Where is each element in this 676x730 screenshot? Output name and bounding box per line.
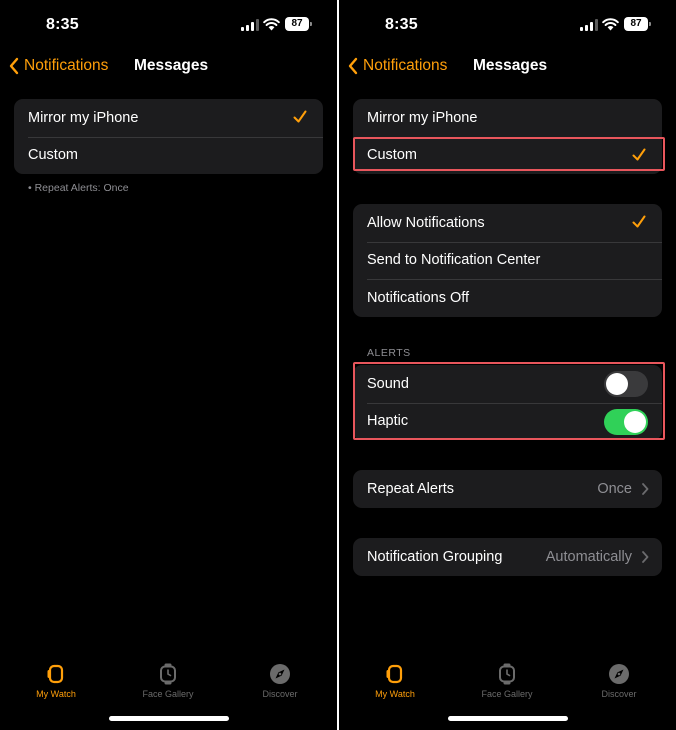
- navigation-bar: Notifications Messages: [0, 50, 337, 80]
- haptic-toggle[interactable]: [604, 408, 648, 435]
- row-label: Haptic: [367, 413, 409, 430]
- repeat-alerts-row[interactable]: Repeat Alerts Once: [353, 470, 662, 508]
- watch-icon: [386, 664, 403, 684]
- option-label: Notifications Off: [367, 289, 470, 306]
- navigation-bar: Notifications Messages: [339, 50, 676, 80]
- tab-face-gallery[interactable]: Face Gallery: [462, 660, 552, 699]
- option-custom[interactable]: Custom: [14, 136, 323, 175]
- toggle-knob: [624, 410, 646, 433]
- tab-label: Face Gallery: [142, 689, 194, 699]
- notification-grouping-value: Automatically: [545, 548, 632, 565]
- option-custom[interactable]: Custom: [353, 136, 662, 175]
- status-bar: 8:35 87: [339, 0, 676, 44]
- row-label: Notification Grouping: [367, 548, 503, 565]
- option-mirror-my-iphone[interactable]: Mirror my iPhone: [353, 99, 662, 137]
- option-send-to-notification-center[interactable]: Send to Notification Center: [353, 241, 662, 280]
- toggle-knob: [606, 373, 628, 395]
- sound-toggle[interactable]: [604, 371, 648, 397]
- wifi-icon: [263, 18, 280, 31]
- notification-delivery-group: Allow Notifications Send to Notification…: [353, 204, 662, 317]
- row-label: Repeat Alerts: [367, 480, 455, 497]
- compass-icon: [609, 664, 629, 684]
- phone-screen-left: 8:35 87 Notifications Messages Mirror my…: [0, 0, 337, 730]
- tab-label: Face Gallery: [481, 689, 533, 699]
- mirror-or-custom-group: Mirror my iPhone Custom: [14, 99, 323, 174]
- tab-label: My Watch: [36, 689, 76, 699]
- mirror-or-custom-group: Mirror my iPhone Custom: [353, 99, 662, 174]
- page-title: Messages: [473, 57, 548, 74]
- status-bar: 8:35 87: [0, 0, 337, 44]
- watch-icon: [47, 664, 64, 684]
- option-label: Mirror my iPhone: [28, 109, 139, 126]
- wifi-icon: [602, 18, 619, 31]
- tab-label: My Watch: [375, 689, 415, 699]
- option-mirror-my-iphone[interactable]: Mirror my iPhone: [14, 99, 323, 137]
- tab-label: Discover: [262, 689, 298, 699]
- tab-discover[interactable]: Discover: [235, 660, 325, 699]
- checkmark-icon: [632, 215, 646, 228]
- row-label: Sound: [367, 375, 409, 392]
- home-indicator[interactable]: [109, 716, 229, 721]
- repeat-alerts-value: Once: [597, 480, 632, 497]
- option-label: Allow Notifications: [367, 214, 485, 231]
- chevron-left-icon: [348, 57, 358, 75]
- back-button-label: Notifications: [363, 57, 448, 74]
- tab-label: Discover: [601, 689, 637, 699]
- option-label: Custom: [367, 147, 417, 164]
- option-label: Mirror my iPhone: [367, 109, 478, 126]
- tab-discover[interactable]: Discover: [574, 660, 664, 699]
- status-time: 8:35: [46, 16, 79, 33]
- chevron-right-icon: [642, 551, 649, 563]
- compass-icon: [270, 664, 290, 684]
- alerts-section-header: ALERTS: [367, 347, 411, 359]
- checkmark-icon: [293, 110, 307, 123]
- back-button[interactable]: Notifications: [347, 54, 447, 78]
- option-allow-notifications[interactable]: Allow Notifications: [353, 204, 662, 242]
- tab-my-watch[interactable]: My Watch: [350, 660, 440, 699]
- back-button-label: Notifications: [24, 57, 109, 74]
- checkmark-icon: [632, 148, 646, 160]
- tab-my-watch[interactable]: My Watch: [11, 660, 101, 699]
- row-haptic: Haptic: [353, 402, 662, 441]
- option-label: Custom: [28, 147, 78, 164]
- repeat-alerts-group: Repeat Alerts Once: [353, 470, 662, 508]
- phone-screen-right: 8:35 87 Notifications Messages Mirror my…: [339, 0, 676, 730]
- notification-grouping-row[interactable]: Notification Grouping Automatically: [353, 538, 662, 576]
- repeat-alerts-footnote: • Repeat Alerts: Once: [28, 182, 129, 194]
- alerts-group: Sound Haptic: [353, 365, 662, 440]
- back-button[interactable]: Notifications: [8, 54, 108, 78]
- watch-face-icon: [160, 663, 176, 685]
- chevron-left-icon: [9, 57, 19, 75]
- tab-face-gallery[interactable]: Face Gallery: [123, 660, 213, 699]
- chevron-right-icon: [642, 483, 649, 495]
- option-label: Send to Notification Center: [367, 252, 541, 269]
- tab-bar: My Watch Face Gallery Discover: [339, 660, 676, 708]
- watch-face-icon: [499, 663, 515, 685]
- cellular-signal-icon: [580, 19, 598, 31]
- tab-bar: My Watch Face Gallery Discover: [0, 660, 337, 708]
- option-notifications-off[interactable]: Notifications Off: [353, 279, 662, 317]
- cellular-signal-icon: [241, 19, 259, 31]
- battery-icon: 87: [624, 17, 651, 31]
- home-indicator[interactable]: [448, 716, 568, 721]
- status-time: 8:35: [385, 16, 418, 33]
- notification-grouping-group: Notification Grouping Automatically: [353, 538, 662, 576]
- row-sound: Sound: [353, 365, 662, 403]
- battery-icon: 87: [285, 17, 312, 31]
- page-title: Messages: [134, 57, 209, 74]
